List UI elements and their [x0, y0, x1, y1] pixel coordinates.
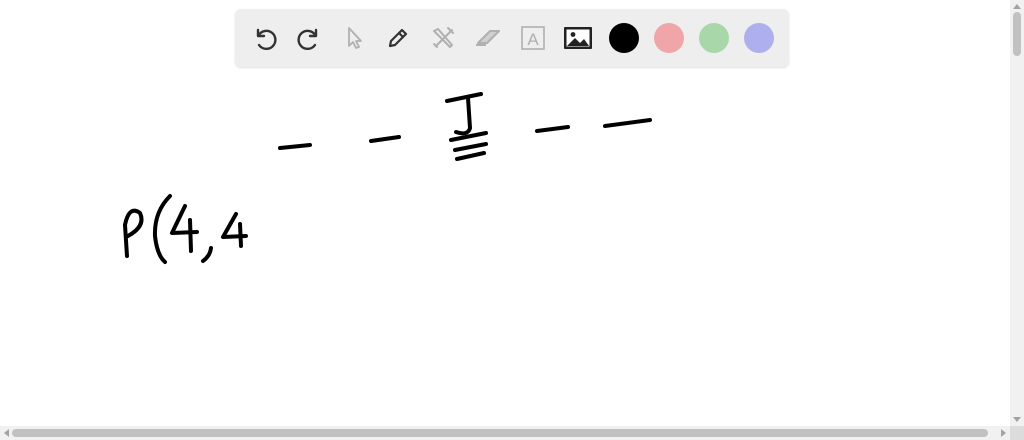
horizontal-scroll-thumb[interactable] — [12, 429, 988, 437]
pen-tool-button[interactable] — [382, 22, 414, 54]
scrollbar-corner — [1010, 426, 1024, 440]
whiteboard-app: A — [0, 0, 1024, 440]
select-tool-button[interactable] — [338, 22, 370, 54]
vertical-scrollbar[interactable] — [1010, 0, 1024, 426]
text-tool-button[interactable]: A — [517, 22, 549, 54]
eraser-icon — [476, 30, 500, 46]
handwritten-blank-3 — [535, 125, 570, 133]
color-swatch-red[interactable] — [654, 23, 684, 53]
handwritten-blank-2 — [369, 135, 401, 143]
color-swatch-black[interactable] — [609, 23, 639, 53]
redo-icon — [297, 28, 318, 50]
eraser-tool-button[interactable] — [472, 22, 504, 54]
image-icon — [564, 27, 592, 49]
handwritten-letter-J — [445, 92, 488, 161]
scroll-down-arrow-icon[interactable] — [1013, 417, 1021, 422]
undo-button[interactable] — [249, 22, 281, 54]
redo-button[interactable] — [293, 22, 325, 54]
scroll-right-arrow-icon[interactable] — [1001, 429, 1006, 437]
image-tool-button[interactable] — [562, 22, 594, 54]
vertical-scroll-thumb[interactable] — [1013, 12, 1021, 56]
text-tool-label: A — [527, 30, 539, 49]
drawing-toolbar: A — [235, 9, 789, 67]
color-swatch-green[interactable] — [699, 23, 729, 53]
color-swatch-blue[interactable] — [744, 23, 774, 53]
handwritten-blank-4 — [603, 118, 652, 128]
scroll-up-arrow-icon[interactable] — [1013, 4, 1021, 9]
handwritten-blank-1 — [278, 143, 312, 150]
text-box-icon: A — [521, 26, 545, 50]
horizontal-scrollbar[interactable] — [0, 426, 1010, 440]
tools-button[interactable] — [427, 22, 459, 54]
pointer-icon — [348, 27, 362, 49]
handwritten-expression — [123, 194, 248, 264]
undo-icon — [256, 28, 277, 50]
scroll-left-arrow-icon[interactable] — [4, 429, 9, 437]
crossed-tools-icon — [433, 27, 454, 48]
pen-icon — [388, 28, 408, 48]
